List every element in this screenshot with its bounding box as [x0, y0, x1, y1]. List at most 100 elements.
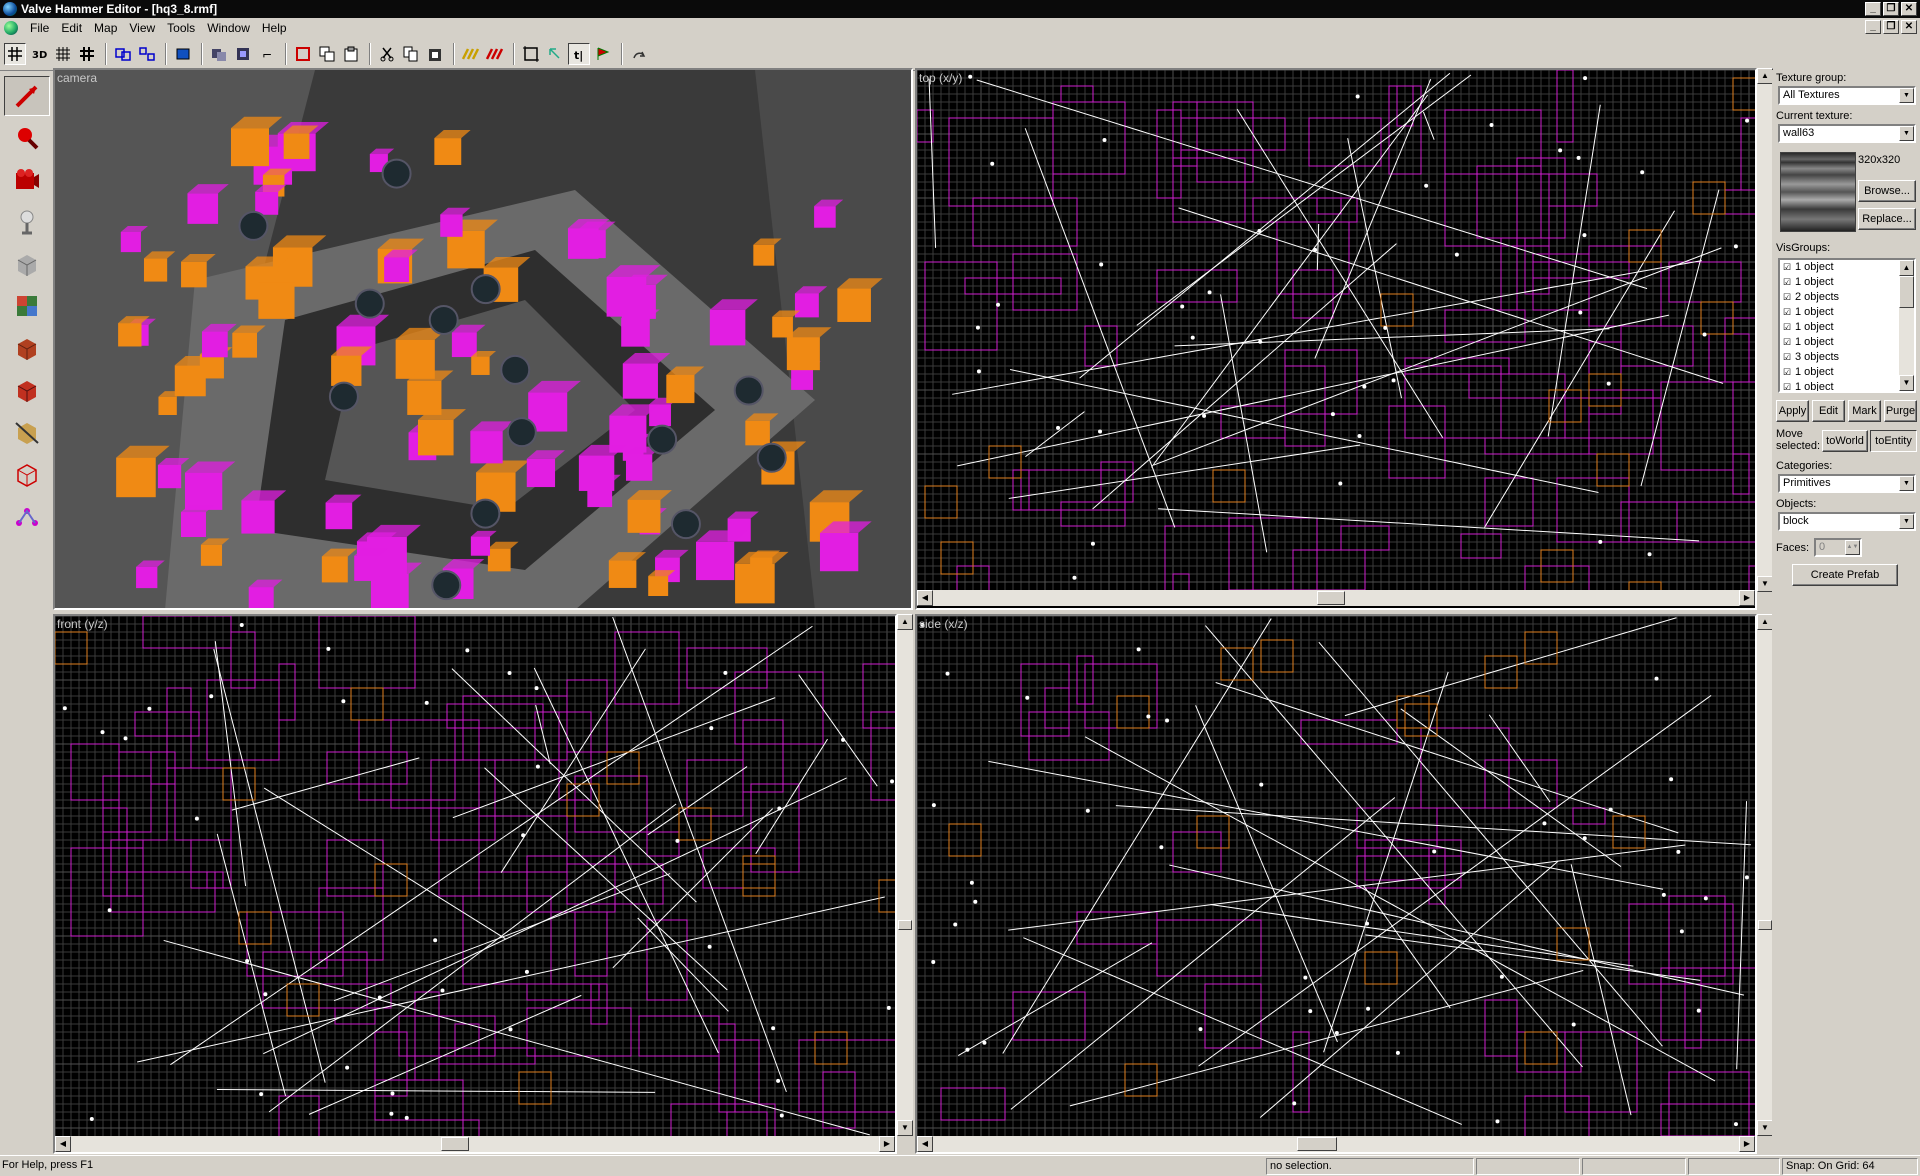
texture-group-select[interactable]: All Textures ▼	[1778, 86, 1916, 105]
visgroups-list[interactable]: ☑ 1 object ☑ 1 object ☑ 2 objects ☑ 1 object…	[1778, 258, 1916, 393]
group-icon[interactable]	[112, 43, 134, 65]
cut-icon[interactable]	[376, 43, 398, 65]
scroll-up-icon[interactable]: ▲	[1899, 260, 1914, 276]
scroll-thumb[interactable]	[1317, 591, 1345, 605]
clip-icon[interactable]: ⌐	[256, 43, 278, 65]
scroll-left-icon[interactable]: ◀	[917, 1136, 933, 1152]
grid-3d-icon[interactable]: 3D	[28, 43, 50, 65]
entity-report-icon[interactable]	[592, 43, 614, 65]
apply-button[interactable]: Apply	[1776, 400, 1809, 422]
clipping-tool-icon[interactable]	[4, 412, 50, 452]
scroll-up-icon[interactable]: ▲	[1757, 68, 1773, 84]
minimize-button[interactable]: _	[1865, 2, 1881, 16]
scroll-down-icon[interactable]: ▼	[1899, 375, 1914, 391]
list-item[interactable]: ☑ 1 object	[1780, 260, 1914, 275]
visible-check-icon[interactable]: ☑	[1783, 337, 1793, 347]
list-item[interactable]: ☑ 1 object	[1780, 275, 1914, 290]
apply-texture-icon[interactable]	[4, 328, 50, 368]
child-restore-button[interactable]: ❐	[1883, 20, 1899, 34]
scroll-down-icon[interactable]: ▼	[1757, 576, 1773, 592]
menu-map[interactable]: Map	[88, 21, 123, 35]
list-item[interactable]: ☑ 1 object	[1780, 365, 1914, 380]
list-item[interactable]: ☑ 2 objects	[1780, 290, 1914, 305]
restore-button[interactable]: ❐	[1883, 2, 1899, 16]
texture-app-icon[interactable]	[544, 43, 566, 65]
scroll-right-icon[interactable]: ▶	[879, 1136, 895, 1152]
close-button[interactable]: ✕	[1901, 2, 1917, 16]
copy-icon-2[interactable]	[400, 43, 422, 65]
categories-select[interactable]: Primitives ▼	[1778, 474, 1916, 493]
magnify-tool-icon[interactable]	[4, 118, 50, 158]
menu-view[interactable]: View	[123, 21, 161, 35]
edit-button[interactable]: Edit	[1812, 400, 1845, 422]
faces-stepper[interactable]: 0 ▲▼	[1814, 538, 1862, 557]
front-viewport[interactable]: front (y/z) ◀ ▶	[53, 614, 897, 1154]
redo-icon[interactable]	[628, 43, 650, 65]
visible-check-icon[interactable]: ☑	[1783, 382, 1793, 391]
grid-snap-icon[interactable]	[76, 43, 98, 65]
scroll-thumb[interactable]	[441, 1137, 469, 1151]
visible-check-icon[interactable]: ☑	[1783, 307, 1793, 317]
scroll-thumb[interactable]	[1899, 276, 1914, 308]
texture-lock-icon[interactable]	[292, 43, 314, 65]
run-map-icon[interactable]	[460, 43, 482, 65]
side-horizontal-scrollbar[interactable]: ◀ ▶	[917, 1136, 1755, 1152]
scroll-down-icon[interactable]: ▼	[897, 1120, 913, 1136]
scroll-up-icon[interactable]: ▲	[897, 614, 913, 630]
top-viewport[interactable]: top (x/y) ◀ ▶	[915, 68, 1757, 610]
visible-check-icon[interactable]: ☑	[1783, 277, 1793, 287]
visible-check-icon[interactable]: ☑	[1783, 352, 1793, 362]
scroll-thumb[interactable]	[1758, 920, 1772, 930]
hollow-icon[interactable]	[232, 43, 254, 65]
visible-check-icon[interactable]: ☑	[1783, 367, 1793, 377]
menu-tools[interactable]: Tools	[161, 21, 201, 35]
replace-button[interactable]: Replace...	[1858, 208, 1916, 230]
scroll-left-icon[interactable]: ◀	[917, 590, 933, 606]
menu-help[interactable]: Help	[256, 21, 293, 35]
chevron-down-icon[interactable]: ▼	[1899, 126, 1914, 141]
grid-size-icon[interactable]	[52, 43, 74, 65]
carve-icon[interactable]	[208, 43, 230, 65]
vertex-tool-icon[interactable]	[4, 454, 50, 494]
chevron-down-icon[interactable]: ▼	[1899, 514, 1914, 529]
scroll-right-icon[interactable]: ▶	[1739, 590, 1755, 606]
scroll-right-icon[interactable]: ▶	[1739, 1136, 1755, 1152]
paste-special-icon[interactable]	[424, 43, 446, 65]
app-icon[interactable]	[3, 2, 17, 16]
visible-check-icon[interactable]: ☑	[1783, 292, 1793, 302]
texture-preview[interactable]	[1780, 152, 1856, 232]
create-prefab-button[interactable]: Create Prefab	[1792, 564, 1898, 586]
hide-icon[interactable]	[172, 43, 194, 65]
scroll-thumb[interactable]	[898, 920, 912, 930]
scroll-down-icon[interactable]: ▼	[1757, 1120, 1773, 1136]
chevron-down-icon[interactable]: ▼	[1899, 476, 1914, 491]
list-item[interactable]: ☑ 1 object	[1780, 335, 1914, 350]
chevron-down-icon[interactable]: ▼	[1899, 88, 1914, 103]
list-item[interactable]: ☑ 1 object	[1780, 305, 1914, 320]
spin-arrows-icon[interactable]: ▲▼	[1845, 540, 1860, 555]
selection-tool-icon[interactable]	[4, 76, 50, 116]
side-vertical-scrollbar[interactable]: ▲ ▼	[1757, 614, 1773, 1136]
visgroups-scrollbar[interactable]: ▲ ▼	[1899, 260, 1914, 391]
texture-tool-icon[interactable]	[4, 286, 50, 326]
menu-file[interactable]: File	[24, 21, 55, 35]
camera-tool-icon[interactable]	[4, 160, 50, 200]
mark-button[interactable]: Mark	[1848, 400, 1881, 422]
browse-button[interactable]: Browse...	[1858, 180, 1916, 202]
camera-viewport[interactable]: camera	[53, 68, 913, 610]
load-pointfile-icon[interactable]	[484, 43, 506, 65]
select-icon[interactable]	[520, 43, 542, 65]
top-vertical-scrollbar[interactable]: ▲ ▼	[1757, 68, 1773, 592]
top-horizontal-scrollbar[interactable]: ◀ ▶	[917, 590, 1755, 606]
decal-tool-icon[interactable]	[4, 370, 50, 410]
document-icon[interactable]	[4, 20, 18, 35]
list-item[interactable]: ☑ 1 object	[1780, 320, 1914, 335]
scroll-up-icon[interactable]: ▲	[1757, 614, 1773, 630]
list-item[interactable]: ☑ 1 object	[1780, 380, 1914, 391]
scroll-left-icon[interactable]: ◀	[55, 1136, 71, 1152]
entity-tool-icon[interactable]	[4, 202, 50, 242]
paste-icon[interactable]	[340, 43, 362, 65]
child-minimize-button[interactable]: _	[1865, 20, 1881, 34]
to-entity-button[interactable]: toEntity	[1870, 430, 1917, 452]
to-world-button[interactable]: toWorld	[1822, 430, 1868, 452]
